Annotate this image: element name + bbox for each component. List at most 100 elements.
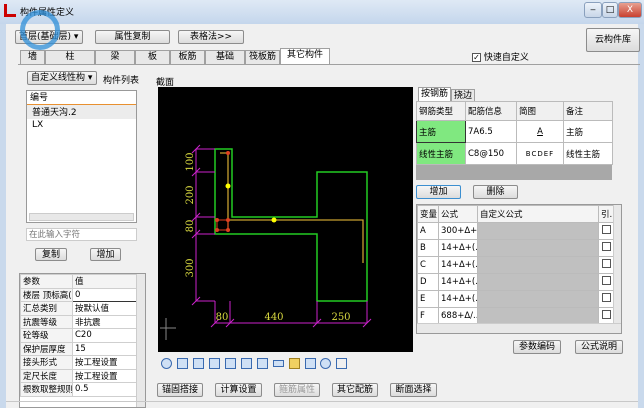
param-row[interactable]: 抗震等级 非抗震 (20, 314, 138, 329)
param-code-button[interactable]: 参数编码 (513, 340, 561, 354)
cloud-library-button[interactable]: 云构件库 (586, 28, 640, 52)
reference-checkbox[interactable] (602, 242, 611, 251)
param-value[interactable]: C20 (72, 328, 138, 343)
list-item[interactable]: 普通天沟.2 (27, 105, 136, 119)
formula[interactable]: 14+Δ+(... (438, 273, 478, 291)
tab-by-rebar[interactable]: 按钢筋 (418, 87, 451, 102)
delete-rebar-button[interactable]: 删除 (473, 185, 518, 199)
table-method-button[interactable]: 表格法>> (178, 30, 244, 44)
section-select-button[interactable]: 断面选择 (390, 383, 437, 397)
param-value[interactable]: 0 (72, 287, 138, 302)
custom-formula[interactable] (477, 290, 599, 308)
add-component-button[interactable]: 增加 (90, 248, 121, 261)
component-list[interactable]: 编号 普通天沟.2 LX (26, 90, 137, 223)
minimize-button[interactable]: ‒ (584, 2, 602, 18)
formula-row[interactable]: E14+Δ+(... (417, 290, 615, 308)
param-value[interactable]: 按默认值 (72, 301, 138, 316)
ruler-icon[interactable] (273, 360, 284, 367)
page-icon[interactable] (193, 358, 204, 369)
tab-raft-rebar[interactable]: 筏板筋 (245, 50, 280, 64)
param-row[interactable]: 砼等级 C20 (20, 328, 138, 343)
rebar-type[interactable]: 线性主筋 (416, 142, 466, 165)
maximize-button[interactable]: □ (602, 2, 618, 18)
param-row[interactable]: 汇总类别 按默认值 (20, 301, 138, 316)
tab-foundation[interactable]: 基础 (205, 50, 245, 64)
anchor-lap-button[interactable]: 锚固搭接 (157, 383, 203, 397)
formula-row[interactable]: D14+Δ+(... (417, 273, 615, 291)
tab-slab-rebar[interactable]: 板筋 (170, 50, 205, 64)
tab-column[interactable]: 柱 (45, 50, 95, 64)
reference-checkbox[interactable] (602, 225, 611, 234)
table-row[interactable]: 线性主筋 C8@150 BCDEF 线性主筋 (416, 142, 613, 165)
formula-row[interactable]: B14+Δ+(... (417, 239, 615, 257)
camera-icon[interactable] (320, 358, 331, 369)
custom-formula[interactable] (477, 307, 599, 325)
reference-checkbox[interactable] (602, 293, 611, 302)
rebar-note[interactable]: 线性主筋 (563, 142, 613, 165)
copy-button[interactable]: 复制 (35, 248, 67, 261)
param-value[interactable]: 非抗震 (72, 314, 138, 329)
formula-row[interactable]: C14+Δ+(... (417, 256, 615, 274)
custom-formula[interactable] (477, 222, 599, 240)
other-rebar-button[interactable]: 其它配筋 (332, 383, 378, 397)
tab-slab[interactable]: 板 (135, 50, 170, 64)
formula[interactable]: 300+Δ+... (438, 222, 478, 240)
param-value[interactable]: 按工程设置 (72, 355, 138, 370)
close-button[interactable]: X (618, 2, 642, 18)
layers-icon[interactable] (241, 358, 252, 369)
locate-icon[interactable] (161, 358, 172, 369)
custom-formula[interactable] (477, 256, 599, 274)
tab-other-components[interactable]: 其它构件 (280, 48, 330, 65)
reference-checkbox[interactable] (602, 310, 611, 319)
rebar-table[interactable]: 钢筋类型 配筋信息 简图 备注 主筋 7A6.5 A 主筋 线性主筋 C8@150 BCDEF 线… (416, 101, 613, 180)
grid-icon[interactable] (209, 358, 220, 369)
tab-beam[interactable]: 梁 (95, 50, 135, 64)
copy-attr-button[interactable]: 属性复制 (95, 30, 170, 44)
reference-checkbox[interactable] (602, 276, 611, 285)
param-value[interactable]: 15 (72, 341, 138, 356)
params-table[interactable]: 参数值楼层 顶标高(m0汇总类别按默认值抗震等级非抗震砼等级C20保护层厚度15… (19, 273, 146, 408)
reference-checkbox[interactable] (602, 259, 611, 268)
formula-row[interactable]: A300+Δ+... (417, 222, 615, 240)
table-row[interactable]: 主筋 7A6.5 A 主筋 (416, 120, 613, 143)
param-value[interactable]: 按工程设置 (72, 368, 138, 383)
axis-icon[interactable] (336, 358, 347, 369)
rebar-info[interactable]: 7A6.5 (465, 120, 517, 143)
list-item[interactable]: LX (27, 119, 136, 131)
component-search-input[interactable] (26, 228, 137, 241)
custom-formula[interactable] (477, 239, 599, 257)
param-row[interactable]: 根数取整规则 0.5 (20, 382, 138, 397)
component-type-select[interactable]: 自定义线性构 ▾ (27, 71, 97, 85)
formula[interactable]: 14+Δ+(... (438, 256, 478, 274)
rebar-note[interactable]: 主筋 (563, 120, 613, 143)
add-rebar-button[interactable]: 增加 (416, 185, 461, 199)
param-row[interactable]: 接头形式 按工程设置 (20, 355, 138, 370)
param-row[interactable]: 楼层 顶标高(m0 (20, 287, 138, 302)
tab-wall[interactable]: 墙 (20, 50, 45, 64)
table-icon[interactable] (225, 358, 236, 369)
calc-settings-button[interactable]: 计算设置 (215, 383, 262, 397)
formula[interactable]: 688+Δ/... (438, 307, 478, 325)
formula-help-button[interactable]: 公式说明 (575, 340, 623, 354)
quick-define-checkbox[interactable]: ✓ 快速自定义 (472, 50, 529, 63)
formula[interactable]: 14+Δ+(... (438, 290, 478, 308)
formula-table[interactable]: 变量公式自定义公式引... A300+Δ+...B14+Δ+(...C14+Δ+… (416, 204, 622, 334)
formula-vscrollbar[interactable] (613, 205, 621, 323)
rebar-type[interactable]: 主筋 (416, 120, 466, 143)
formula-hscrollbar[interactable] (417, 323, 621, 333)
param-value[interactable]: 0.5 (72, 382, 138, 397)
rebar-info[interactable]: C8@150 (465, 142, 517, 165)
select-icon[interactable] (177, 358, 188, 369)
params-vscrollbar[interactable] (136, 274, 145, 407)
param-row[interactable]: 保护层厚度 15 (20, 341, 138, 356)
stirrup-attr-button[interactable]: 箍筋属性 (274, 383, 320, 397)
section-canvas[interactable]: 100 200 80 300 80 440 250 (158, 87, 413, 352)
list-hscrollbar[interactable] (29, 213, 134, 221)
param-row[interactable]: 定尺长度 按工程设置 (20, 368, 138, 383)
edit-icon[interactable] (257, 358, 268, 369)
pencil-icon[interactable] (289, 358, 300, 369)
custom-formula[interactable] (477, 273, 599, 291)
folder-icon[interactable] (305, 358, 316, 369)
formula[interactable]: 14+Δ+(... (438, 239, 478, 257)
formula-row[interactable]: F 688+Δ/... (417, 307, 615, 325)
